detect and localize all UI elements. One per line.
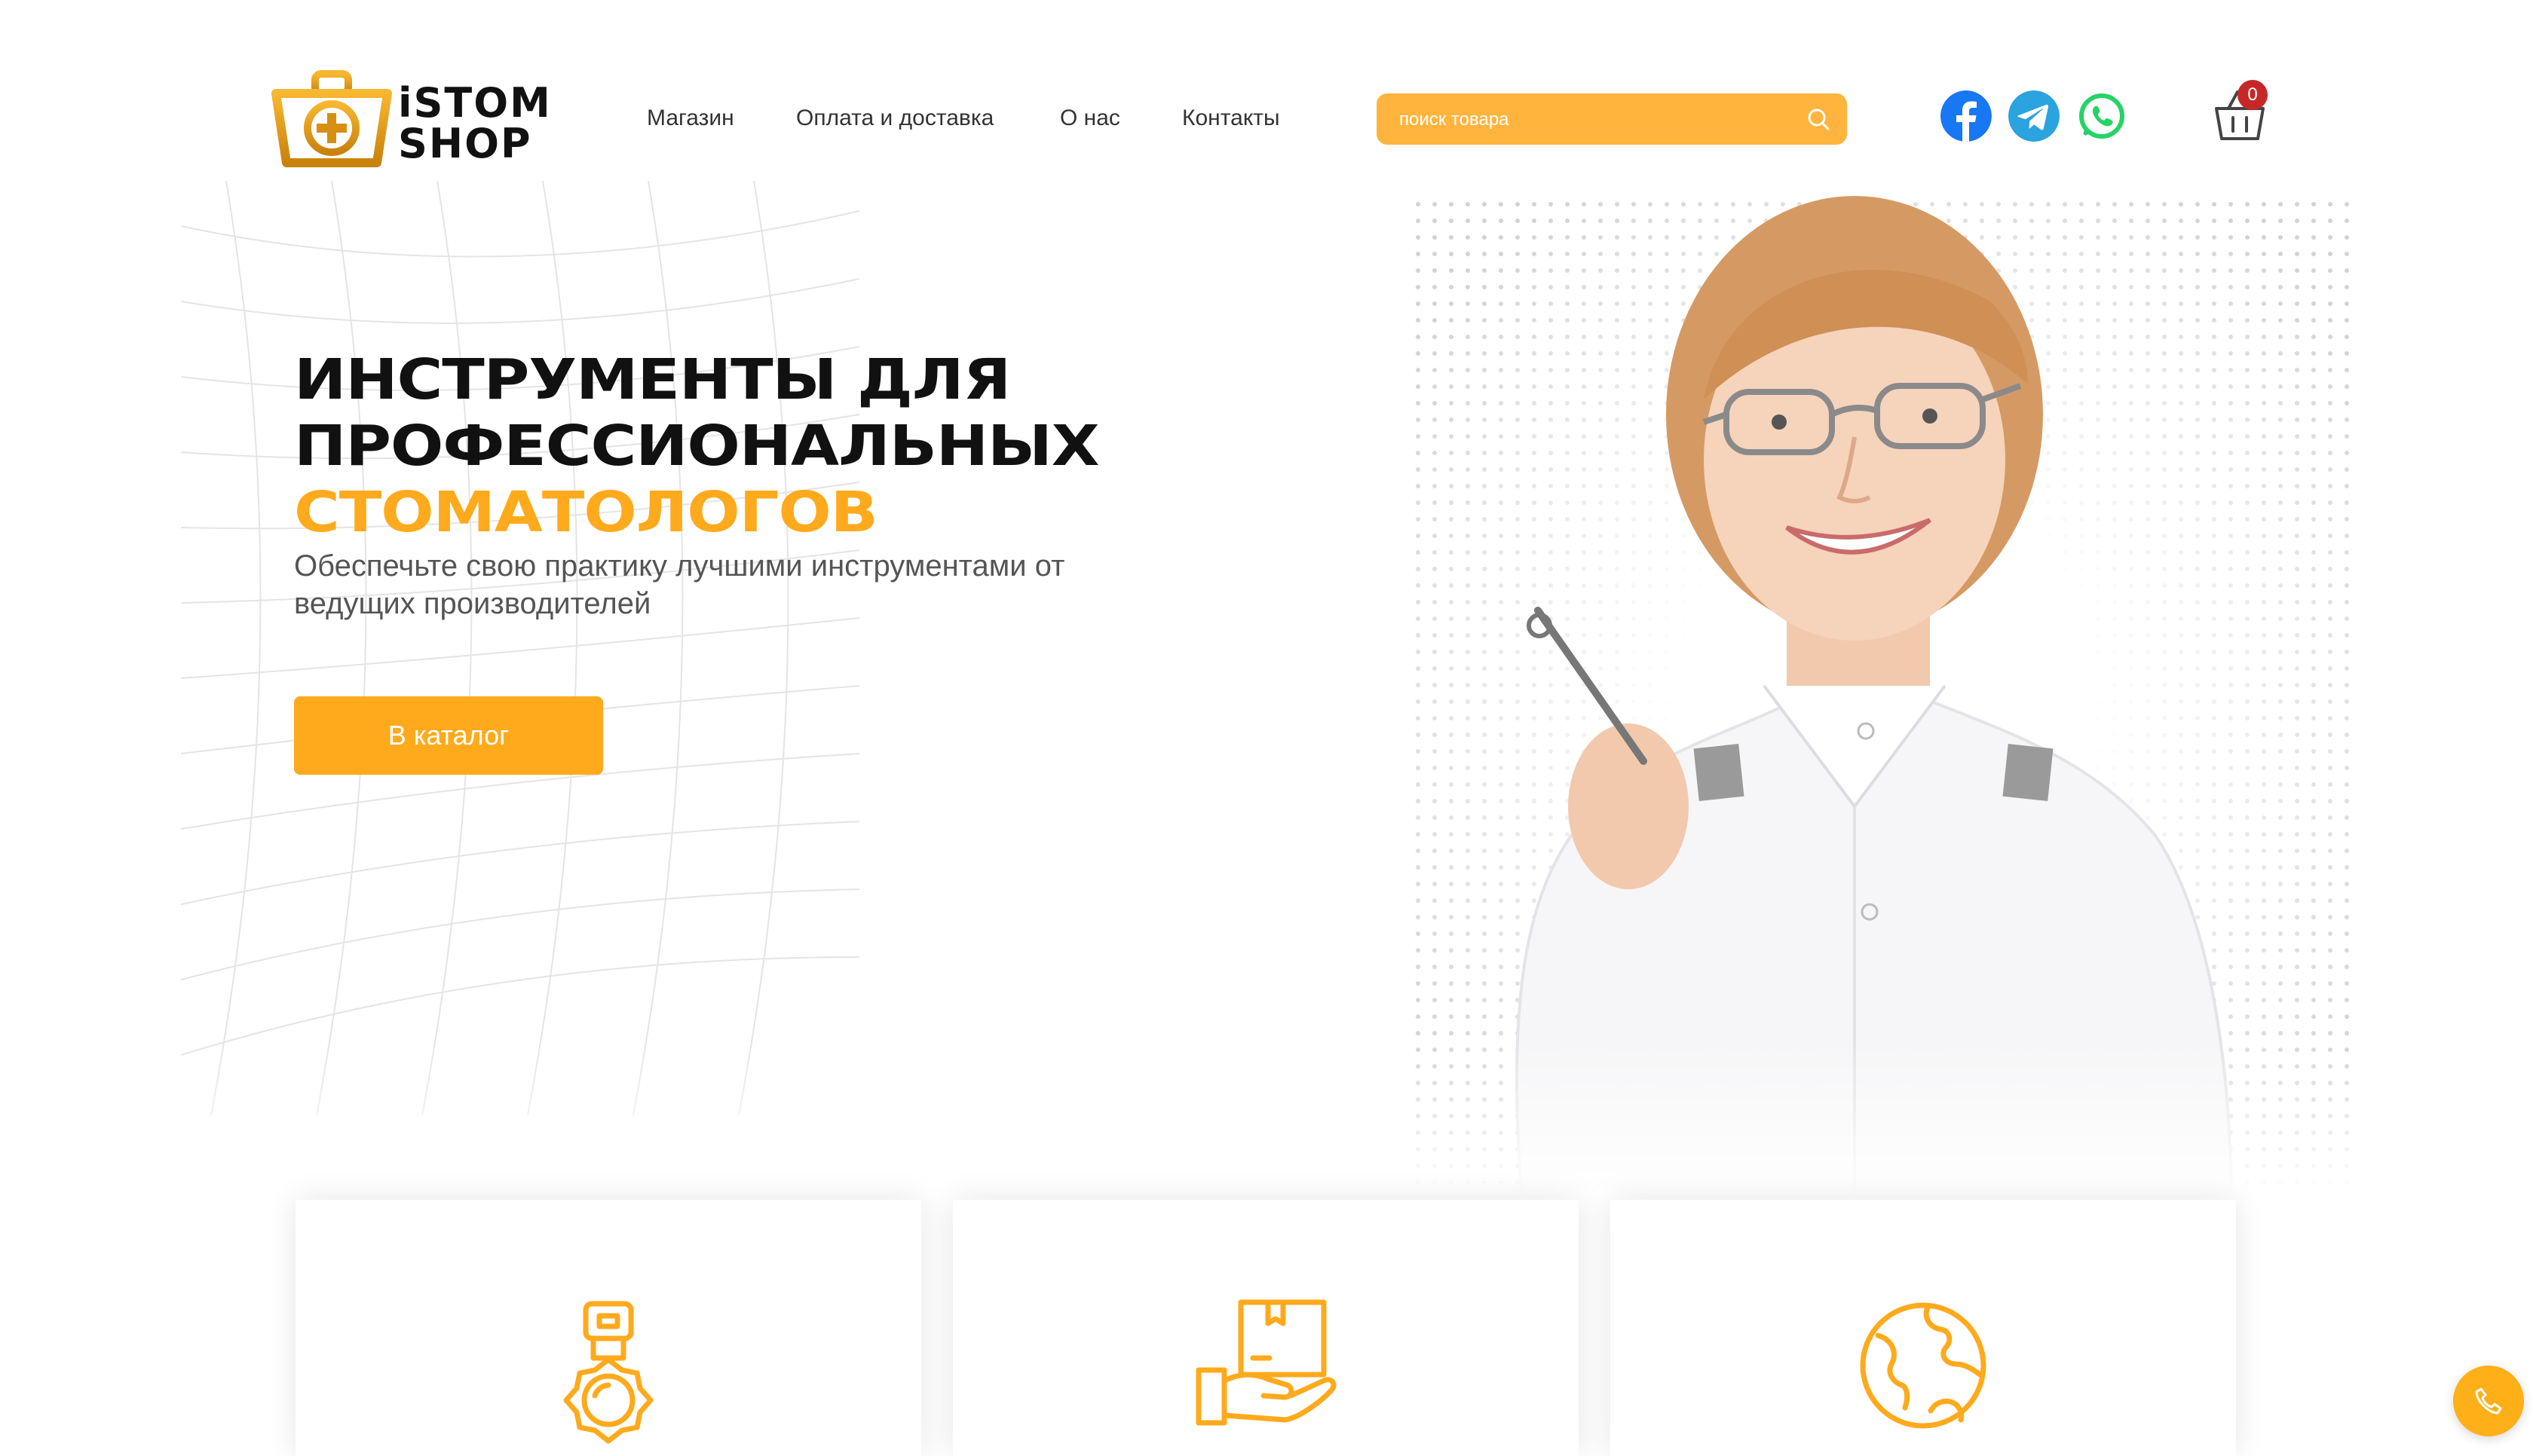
search-icon[interactable] (1806, 107, 1830, 131)
facebook-icon[interactable] (1940, 90, 1992, 142)
phone-icon (2475, 1387, 2502, 1415)
medal-icon (563, 1301, 654, 1444)
search-bar (1377, 93, 1847, 146)
logo-line-2: SHOP (398, 120, 532, 167)
hero-title-line-2: ПРОФЕССИОНАЛЬНЫХ (294, 414, 1100, 479)
box-in-hand-icon (1196, 1299, 1337, 1426)
nav-item-shop[interactable]: Магазин (647, 106, 734, 131)
globe-icon (1860, 1302, 1986, 1429)
call-button[interactable] (2453, 1366, 2524, 1436)
feature-card-delivery (953, 1200, 1579, 1456)
hero-subtitle: Обеспечьте свою практику лучшими инструм… (294, 549, 1065, 620)
hero-title-line-1: ИНСТРУМЕНТЫ ДЛЯ (294, 347, 1011, 412)
logo-line-1: iSTOM (398, 79, 552, 127)
cart-count-badge: 0 (2237, 80, 2268, 110)
whatsapp-icon[interactable] (2076, 90, 2127, 142)
wireframe-background (181, 181, 860, 1115)
logo[interactable]: iSTOM SHOP (271, 69, 558, 167)
telegram-icon[interactable] (2008, 90, 2060, 142)
nav-item-contacts[interactable]: Контакты (1182, 106, 1280, 131)
catalog-button[interactable]: В каталог (294, 696, 603, 775)
hero-title-accent: СТОМАТОЛОГОВ (294, 480, 878, 545)
logo-text: iSTOM SHOP (398, 83, 552, 164)
nav-item-payment-delivery[interactable]: Оплата и доставка (796, 106, 994, 131)
medical-bag-icon (271, 70, 392, 167)
search-input[interactable] (1398, 93, 1793, 146)
feature-card-quality (296, 1200, 921, 1456)
nav-item-about[interactable]: О нас (1060, 106, 1120, 131)
hero-title: ИНСТРУМЕНТЫ ДЛЯ ПРОФЕССИОНАЛЬНЫХ СТОМАТО… (294, 347, 1100, 546)
feature-card-worldwide (1610, 1200, 2236, 1456)
